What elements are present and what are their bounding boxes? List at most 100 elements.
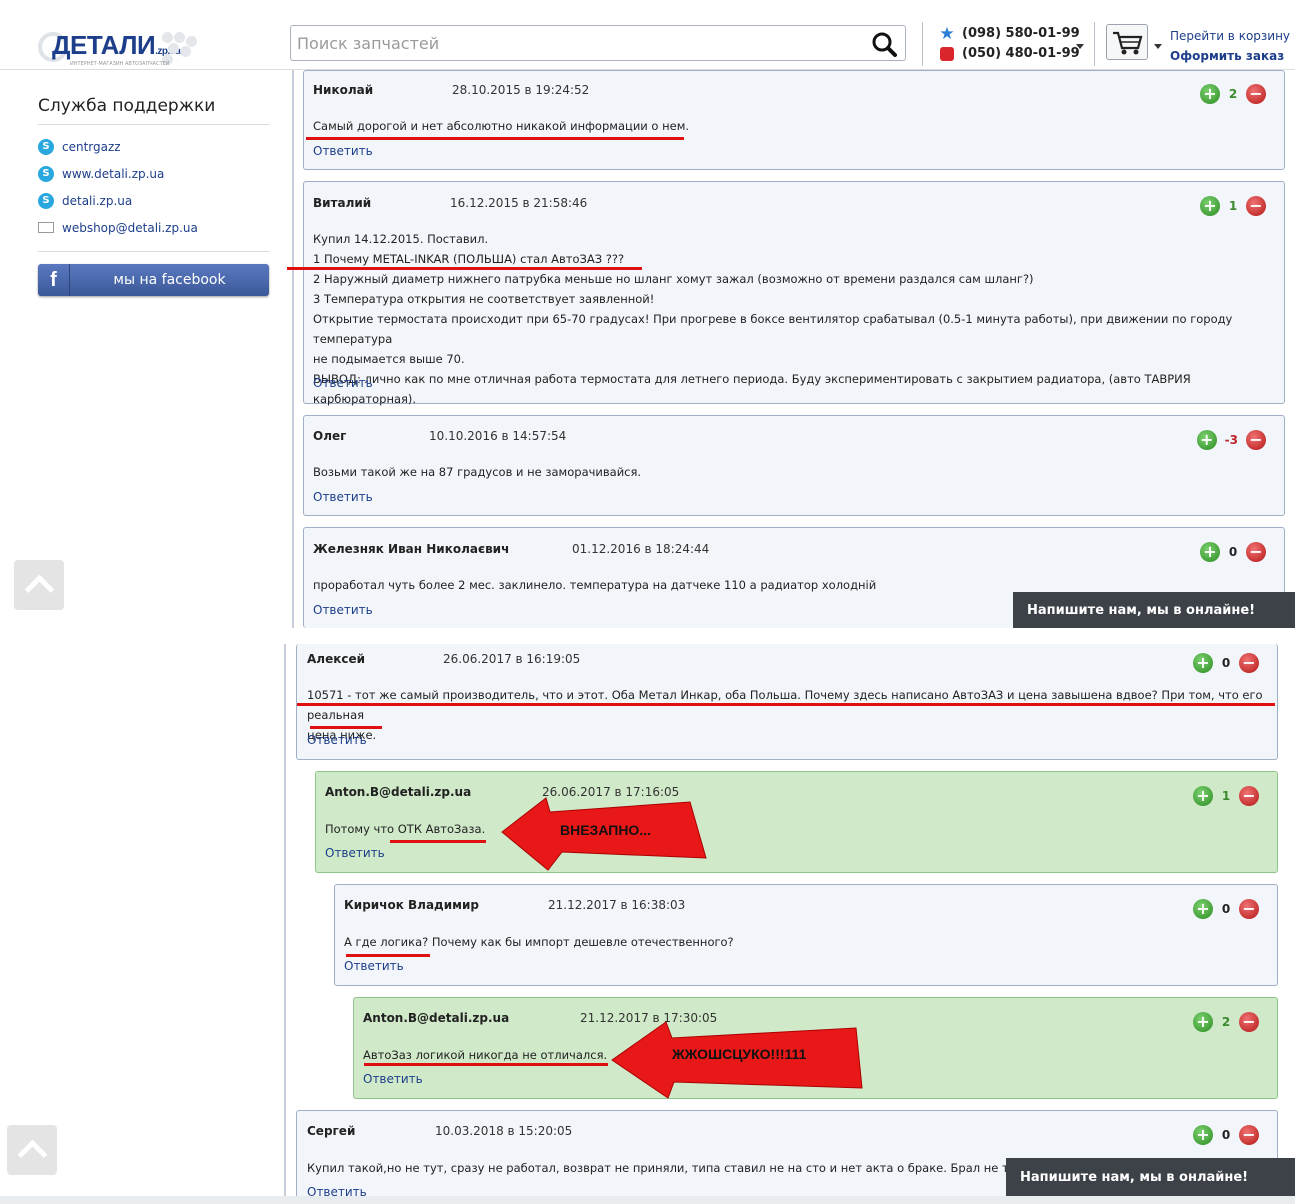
facebook-icon: f	[38, 264, 70, 296]
search-box	[290, 25, 906, 61]
vote-up-icon[interactable]: +	[1193, 899, 1213, 919]
annotation-underline	[306, 137, 684, 140]
skype-icon: S	[38, 192, 54, 209]
search-input[interactable]	[291, 26, 851, 60]
vote-count: 1	[1228, 199, 1238, 213]
chevron-down-icon[interactable]	[1076, 44, 1084, 49]
comment-date: 26.06.2017 в 16:19:05	[443, 652, 581, 666]
vote-controls: + -3−	[1196, 430, 1266, 450]
star-icon: ★	[939, 24, 955, 44]
vote-up-icon[interactable]: +	[1193, 1125, 1213, 1145]
comment-author: Киричок Владимир	[344, 898, 479, 912]
site-logo[interactable]: ДЕТАЛИ.zp.ua ИНТЕРНЕТ-МАГАЗИН АВТОЗАПЧАС…	[38, 28, 200, 68]
vote-down-icon[interactable]: −	[1239, 1012, 1259, 1032]
comment-text: А где логика? Почему как бы импорт дешев…	[344, 935, 734, 949]
vote-up-icon[interactable]: +	[1200, 84, 1220, 104]
vote-up-icon[interactable]: +	[1193, 1012, 1213, 1032]
annotation-underline	[287, 267, 642, 270]
online-chat-widget[interactable]: Напишите нам, мы в онлайне!	[1006, 1158, 1295, 1196]
go-to-cart-link[interactable]: Перейти в корзину	[1170, 26, 1290, 46]
vote-controls: +0−	[1193, 653, 1259, 673]
vote-controls: +2−	[1193, 1012, 1259, 1032]
reply-link[interactable]: Ответить	[313, 490, 373, 504]
checkout-link[interactable]: Оформить заказ	[1170, 46, 1290, 66]
annotation-underline	[390, 840, 486, 843]
logo-tagline: ИНТЕРНЕТ-МАГАЗИН АВТОЗАПЧАСТЕЙ	[70, 61, 170, 67]
content-border	[292, 70, 294, 630]
vote-up-icon[interactable]: +	[1200, 196, 1220, 216]
phone-number: (050) 480-01-99	[962, 46, 1080, 61]
contact-label: www.detali.zp.ua	[62, 166, 165, 181]
comment-date: 10.03.2018 в 15:20:05	[435, 1124, 573, 1138]
vote-down-icon[interactable]: −	[1246, 196, 1266, 216]
comment-date: 10.10.2016 в 14:57:54	[429, 429, 567, 443]
vote-down-icon[interactable]: −	[1239, 1125, 1259, 1145]
phone-number: (098) 580-01-99	[962, 26, 1080, 41]
cart-button[interactable]	[1106, 24, 1148, 60]
vote-controls: +0−	[1200, 542, 1266, 562]
comment: Николай 28.10.2015 в 19:24:52 +2− Самый …	[303, 70, 1285, 170]
operator-icon	[938, 45, 956, 63]
cart-icon	[1113, 31, 1143, 55]
vote-up-icon[interactable]: +	[1193, 786, 1213, 806]
skype-icon: S	[38, 138, 54, 155]
chevron-down-icon[interactable]	[1154, 44, 1162, 49]
scroll-to-top-button[interactable]	[7, 1125, 57, 1175]
support-contacts: Scentrgazz Swww.detali.zp.ua Sdetali.zp.…	[38, 125, 270, 252]
online-chat-widget[interactable]: Напишите нам, мы в онлайне!	[1013, 592, 1295, 628]
comment-author: Олег	[313, 429, 347, 443]
comment-author: Железняк Иван Николаєвич	[313, 542, 510, 556]
reply-link[interactable]: Ответить	[363, 1072, 423, 1086]
vote-count: 0	[1221, 656, 1231, 670]
vote-count: 2	[1221, 1015, 1231, 1029]
contact-label: webshop@detali.zp.ua	[62, 220, 198, 235]
comment-author: Алексей	[307, 652, 366, 666]
vote-up-icon[interactable]: +	[1196, 430, 1217, 450]
annotation-underline	[346, 954, 430, 957]
phone-vodafone[interactable]: (050) 480-01-99	[938, 44, 1080, 64]
vote-count: 1	[1221, 789, 1231, 803]
comment-text: Потому что ОТК АвтоЗаза.	[325, 822, 486, 836]
comment-author: Сергей	[307, 1124, 356, 1138]
vote-up-icon[interactable]: +	[1193, 653, 1213, 673]
page-footer-strip	[0, 1196, 1295, 1204]
comment-date: 01.12.2016 в 18:24:44	[572, 542, 710, 556]
vote-count: 0	[1228, 545, 1238, 559]
facebook-button[interactable]: f мы на facebook	[38, 264, 269, 296]
vote-down-icon[interactable]: −	[1246, 542, 1266, 562]
contact-skype-www[interactable]: Swww.detali.zp.ua	[38, 160, 270, 187]
phone-kyivstar[interactable]: ★ (098) 580-01-99	[938, 24, 1080, 44]
search-icon[interactable]	[871, 31, 897, 57]
reply-link[interactable]: Ответить	[307, 733, 367, 747]
reply-link[interactable]: Ответить	[313, 376, 373, 390]
comment: Киричок Владимир 21.12.2017 в 16:38:03 +…	[334, 884, 1278, 986]
contact-email[interactable]: webshop@detali.zp.ua	[38, 214, 270, 241]
scroll-to-top-button[interactable]	[14, 560, 64, 610]
contact-skype-detali[interactable]: Sdetali.zp.ua	[38, 187, 270, 214]
vote-down-icon[interactable]: −	[1239, 899, 1259, 919]
vote-down-icon[interactable]: −	[1239, 786, 1259, 806]
reply-link[interactable]: Ответить	[344, 959, 404, 973]
arrow-label: ВНЕЗАПНО...	[560, 822, 651, 838]
facebook-label: мы на facebook	[113, 272, 226, 288]
vote-down-icon[interactable]: −	[1246, 84, 1266, 104]
reply-link[interactable]: Ответить	[325, 846, 385, 860]
contact-skype-centrgazz[interactable]: Scentrgazz	[38, 133, 270, 160]
comment-text: Самый дорогой и нет абсолютно никакой ин…	[313, 119, 690, 133]
comment: Алексей 26.06.2017 в 16:19:05 +0− 10571 …	[296, 644, 1278, 760]
vote-down-icon[interactable]: −	[1239, 653, 1259, 673]
vote-controls: +1−	[1193, 786, 1259, 806]
skype-icon: S	[38, 165, 54, 182]
reply-link[interactable]: Ответить	[313, 144, 373, 158]
vote-down-icon[interactable]: −	[1246, 430, 1266, 450]
chat-label: Напишите нам, мы в онлайне!	[1020, 1169, 1249, 1185]
annotation-underline	[297, 703, 1275, 706]
reply-link[interactable]: Ответить	[313, 603, 373, 617]
separator	[1094, 22, 1095, 66]
vote-up-icon[interactable]: +	[1200, 542, 1220, 562]
comment-date: 16.12.2015 в 21:58:46	[450, 196, 588, 210]
arrow-label: ЖЖОШСЦУКО!!!111	[672, 1046, 807, 1062]
vote-controls: +0−	[1193, 1125, 1259, 1145]
comment: Олег 10.10.2016 в 14:57:54 + -3− Возьми т…	[303, 415, 1285, 516]
comment-text: Возьми такой же на 87 градусов и не замо…	[313, 465, 642, 479]
